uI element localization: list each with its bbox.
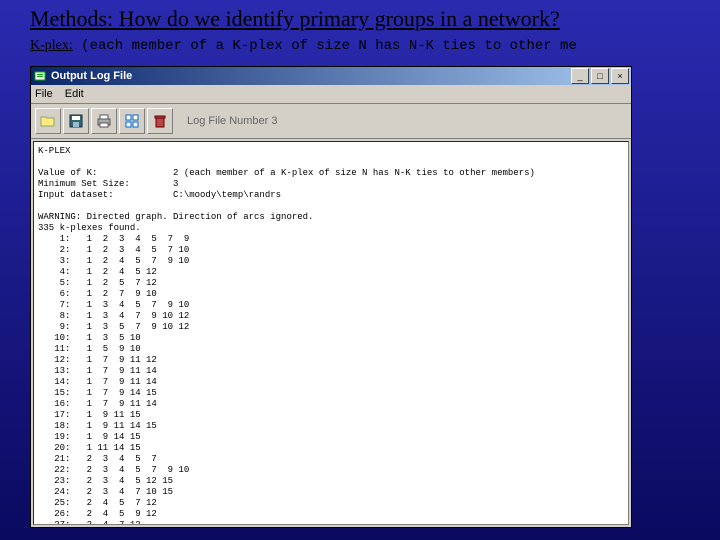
log-header: K-PLEX Value of K: 2 (each member of a K… xyxy=(38,146,535,233)
windows-tile-icon xyxy=(125,114,139,128)
tile-button[interactable] xyxy=(119,108,145,134)
log-content: K-PLEX Value of K: 2 (each member of a K… xyxy=(33,141,629,525)
open-button[interactable] xyxy=(35,108,61,134)
delete-button[interactable] xyxy=(147,108,173,134)
toolbar: Log File Number 3 xyxy=(31,104,631,139)
log-file-number: Log File Number 3 xyxy=(187,115,278,127)
kplex-definition: (each member of a K-plex of size N has N… xyxy=(73,38,577,54)
slide-title: Methods: How do we identify primary grou… xyxy=(30,6,700,32)
output-log-window: Output Log File _ □ × File Edit xyxy=(30,66,632,528)
menu-edit[interactable]: Edit xyxy=(65,88,84,100)
titlebar: Output Log File _ □ × xyxy=(31,67,631,85)
kplex-label: K-plex: xyxy=(30,38,73,53)
menu-file[interactable]: File xyxy=(35,88,53,100)
minimize-button[interactable]: _ xyxy=(571,68,589,84)
close-button[interactable]: × xyxy=(611,68,629,84)
slide-subtitle: K-plex: (each member of a K-plex of size… xyxy=(30,38,720,54)
print-button[interactable] xyxy=(91,108,117,134)
maximize-button[interactable]: □ xyxy=(591,68,609,84)
app-icon xyxy=(33,69,47,83)
floppy-icon xyxy=(69,114,83,128)
open-folder-icon xyxy=(40,114,56,128)
window-title: Output Log File xyxy=(51,70,569,82)
trash-icon xyxy=(153,114,167,128)
printer-icon xyxy=(96,114,112,128)
log-rows: 1: 1 2 3 4 5 7 9 2: 1 2 3 4 5 7 10 3: 1 … xyxy=(38,234,189,525)
menubar: File Edit xyxy=(31,85,631,104)
save-button[interactable] xyxy=(63,108,89,134)
